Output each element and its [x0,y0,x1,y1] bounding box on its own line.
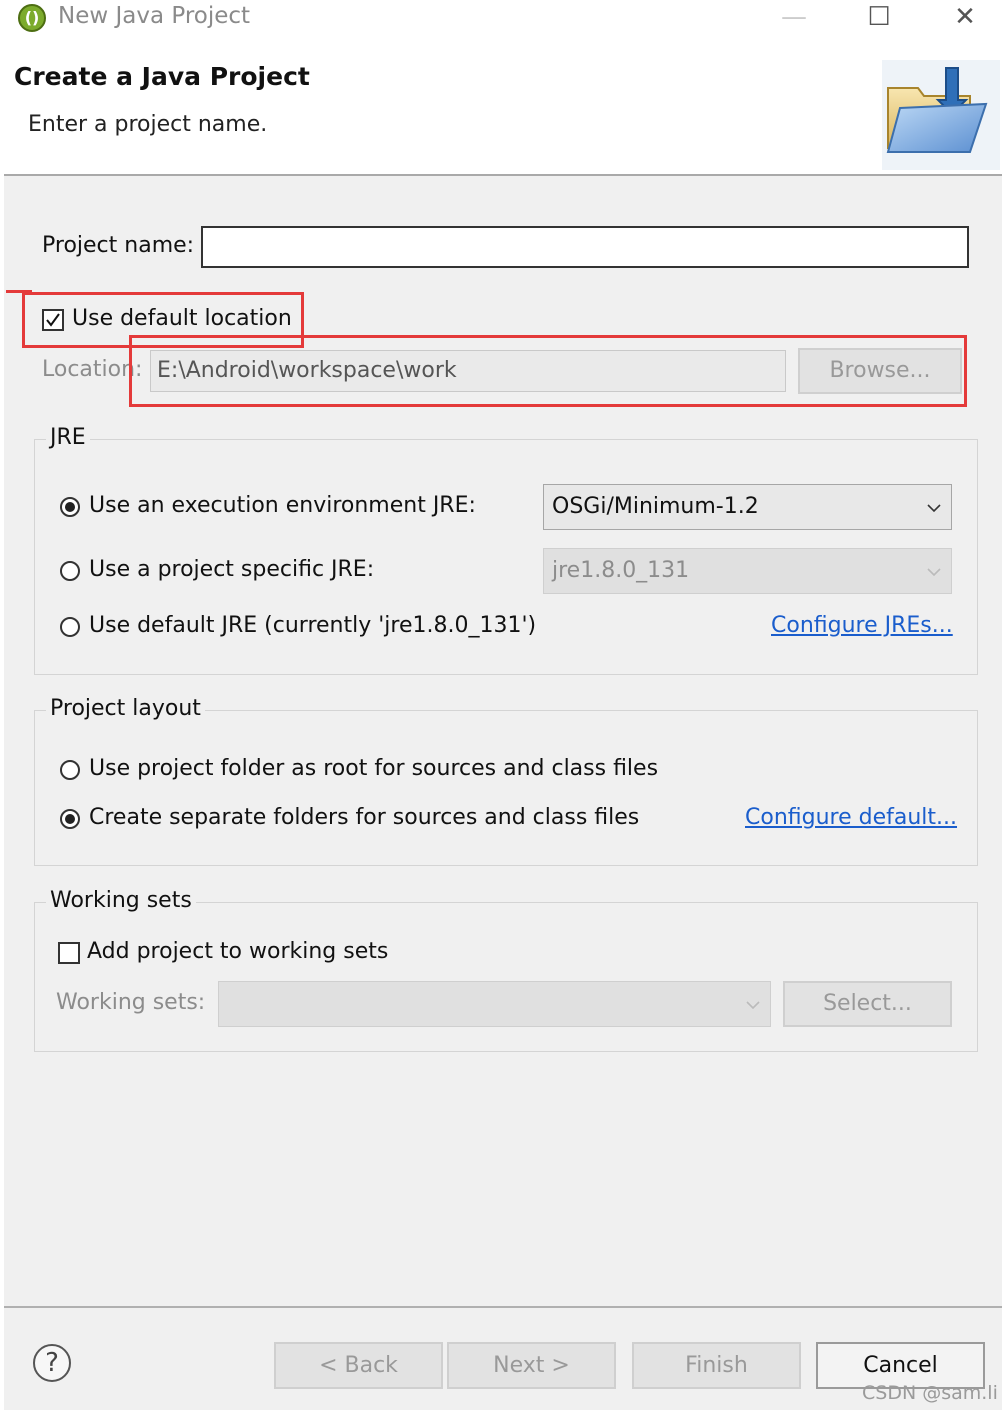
close-button[interactable]: ✕ [937,0,993,36]
wizard-header [4,40,1002,174]
add-to-working-sets-label: Add project to working sets [87,939,389,964]
layout-root-radio[interactable] [60,760,80,780]
jre-specific-dropdown[interactable]: jre1.8.0_131 [543,548,952,594]
configure-jres-link[interactable]: Configure JREs... [771,613,953,638]
watermark: CSDN @sam.li [862,1382,998,1404]
working-sets-group [34,902,978,1052]
working-sets-dropdown[interactable] [218,981,771,1027]
use-default-location-label: Use default location [72,306,292,331]
wizard-subtitle: Enter a project name. [28,112,268,137]
chevron-down-icon [746,1001,760,1010]
highlight-mark [6,290,32,293]
eclipse-app-icon: () [18,4,46,32]
jre-default-radio[interactable] [60,617,80,637]
chevron-down-icon [927,568,941,577]
open-folder-icon [882,60,1000,170]
layout-separate-label: Create separate folders for sources and … [89,805,640,830]
jre-group-title: JRE [46,425,90,450]
project-layout-group [34,710,978,866]
wizard-title: Create a Java Project [14,62,310,91]
next-button[interactable]: Next > [447,1342,616,1389]
jre-default-label: Use default JRE (currently 'jre1.8.0_131… [89,613,537,638]
project-name-input[interactable] [201,226,969,268]
help-icon[interactable]: ? [33,1344,71,1382]
window-title: New Java Project [58,3,251,29]
layout-root-label: Use project folder as root for sources a… [89,756,659,781]
location-label: Location: [42,357,143,382]
jre-specific-radio[interactable] [60,561,80,581]
jre-env-label: Use an execution environment JRE: [89,493,476,518]
layout-separate-radio[interactable] [60,809,80,829]
highlight-box-location [129,335,967,407]
jre-env-dropdown[interactable]: OSGi/Minimum-1.2 [543,484,952,530]
select-working-sets-button[interactable]: Select... [783,981,952,1027]
jre-env-value: OSGi/Minimum-1.2 [552,494,759,519]
working-sets-label: Working sets: [56,990,206,1015]
working-sets-group-title: Working sets [46,888,196,913]
add-to-working-sets-checkbox[interactable] [58,942,80,964]
jre-env-radio[interactable] [60,497,80,517]
checkmark-icon [46,313,60,327]
project-layout-group-title: Project layout [46,696,205,721]
jre-specific-label: Use a project specific JRE: [89,557,375,582]
configure-default-link[interactable]: Configure default... [745,805,957,830]
maximize-button[interactable]: ☐ [851,0,907,36]
use-default-location-checkbox[interactable] [42,309,64,331]
finish-button[interactable]: Finish [632,1342,801,1389]
chevron-down-icon [927,504,941,513]
project-name-label: Project name: [42,233,195,258]
jre-specific-value: jre1.8.0_131 [552,558,690,583]
minimize-button[interactable]: — [766,0,822,36]
back-button[interactable]: < Back [274,1342,443,1389]
